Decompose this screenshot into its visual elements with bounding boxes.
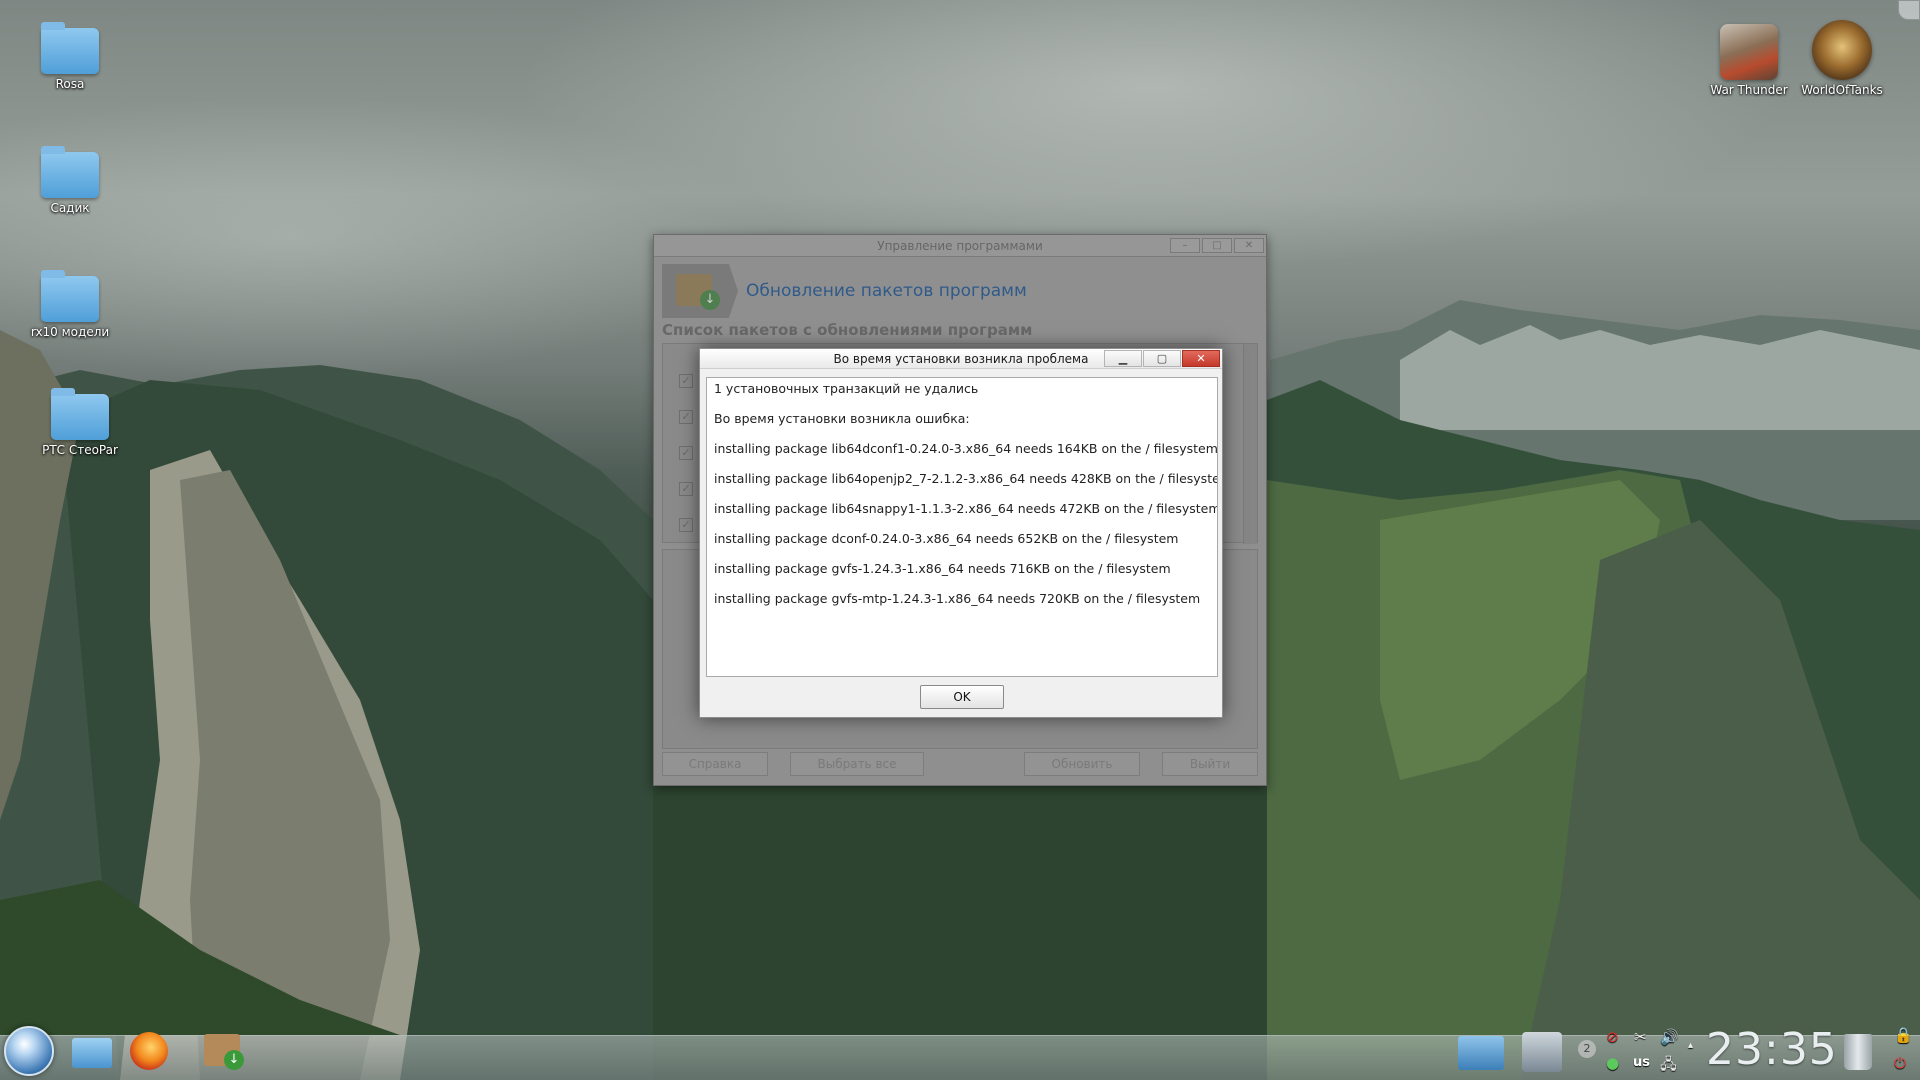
- desktop-icon-war-thunder[interactable]: War Thunder: [1699, 24, 1799, 97]
- error-message-line: installing package lib64dconf1-0.24.0-3.…: [714, 441, 1218, 456]
- desktop-icon-rtc[interactable]: РТС СтеоPar: [30, 388, 130, 457]
- desktop-icon-rx10[interactable]: rx10 модели: [20, 270, 120, 339]
- close-button[interactable]: ✕: [1182, 350, 1220, 367]
- minimize-button[interactable]: –: [1170, 238, 1200, 253]
- trash-launcher[interactable]: [1840, 1028, 1876, 1072]
- list-title: Список пакетов с обновлениями программ: [662, 321, 1033, 339]
- window-header: Обновление пакетов программ: [662, 263, 1027, 319]
- maximize-button[interactable]: ▢: [1143, 350, 1181, 367]
- file-manager-icon: [72, 1038, 112, 1068]
- folder-icon: [41, 270, 99, 322]
- taskbar: [0, 1035, 1920, 1080]
- keyboard-layout-indicator[interactable]: us: [1633, 1055, 1650, 1070]
- volume-icon[interactable]: 🔊: [1660, 1028, 1679, 1046]
- firefox-icon: [130, 1032, 168, 1070]
- folder-icon: [51, 388, 109, 440]
- package-manager-titlebar: Управление программами – □ ✕: [654, 235, 1266, 257]
- desktop-icon-label: Садик: [50, 201, 90, 215]
- gear-icon: [1522, 1032, 1562, 1072]
- maximize-button[interactable]: □: [1202, 238, 1232, 253]
- package-checkbox[interactable]: ✓: [679, 410, 693, 424]
- start-menu-button[interactable]: [4, 1026, 54, 1076]
- folder-icon: [41, 22, 99, 74]
- world-of-tanks-icon: [1812, 20, 1872, 80]
- war-thunder-icon: [1720, 24, 1778, 80]
- network-icon[interactable]: 🖧: [1660, 1054, 1677, 1079]
- trash-icon: [1844, 1034, 1872, 1070]
- notification-count-badge[interactable]: 2: [1578, 1040, 1596, 1058]
- header-title: Обновление пакетов программ: [746, 281, 1027, 301]
- error-message-box[interactable]: 1 установочных транзакций не удались Во …: [706, 377, 1218, 677]
- desktop-icon-world-of-tanks[interactable]: WorldOfTanks: [1792, 20, 1892, 97]
- close-button[interactable]: ✕: [1234, 238, 1264, 253]
- desktop-toolbox-button[interactable]: [1898, 0, 1920, 20]
- desktop-icon-label: War Thunder: [1710, 83, 1788, 97]
- network-disabled-icon[interactable]: ⊘: [1606, 1028, 1619, 1046]
- error-message-line: installing package lib64openjp2_7-2.1.2-…: [714, 471, 1218, 486]
- error-message-line: Во время установки возникла ошибка:: [714, 411, 970, 426]
- desktop-icon-label: WorldOfTanks: [1801, 83, 1883, 97]
- settings-launcher[interactable]: [1518, 1028, 1566, 1072]
- tray-expand-icon[interactable]: ▴: [1688, 1040, 1693, 1051]
- clock[interactable]: 23:35: [1706, 1024, 1838, 1075]
- package-update-icon: [662, 264, 738, 318]
- error-message-line: installing package dconf-0.24.0-3.x86_64…: [714, 531, 1179, 546]
- folder-icon: [41, 146, 99, 198]
- error-message-line: installing package gvfs-mtp-1.24.3-1.x86…: [714, 591, 1201, 606]
- desktop-icon-label: Rosa: [55, 77, 85, 91]
- clipboard-scissors-icon[interactable]: ✂: [1634, 1028, 1647, 1046]
- error-message-line: installing package lib64snappy1-1.1.3-2.…: [714, 501, 1218, 516]
- error-message-line: installing package gvfs-1.24.3-1.x86_64 …: [714, 561, 1171, 576]
- lock-icon[interactable]: 🔒: [1894, 1026, 1913, 1044]
- package-checkbox[interactable]: ✓: [679, 518, 693, 532]
- desktop-icon-sadik[interactable]: Садик: [20, 146, 120, 215]
- desktop-icon-label: РТС СтеоPar: [42, 443, 118, 457]
- ok-button[interactable]: OK: [920, 685, 1004, 709]
- minimize-button[interactable]: ▁: [1104, 350, 1142, 367]
- select-all-button[interactable]: Выбрать все: [790, 752, 924, 776]
- download-arrow-icon: ↓: [224, 1050, 244, 1070]
- desktop-show-button[interactable]: [1456, 1028, 1506, 1072]
- dialog-title: Во время установки возникла проблема: [833, 352, 1089, 366]
- package-checkbox[interactable]: ✓: [679, 482, 693, 496]
- help-button[interactable]: Справка: [662, 752, 768, 776]
- desktop-icon-label: rx10 модели: [30, 325, 110, 339]
- list-scrollbar[interactable]: [1243, 344, 1257, 544]
- package-manager-task[interactable]: ↓: [200, 1028, 246, 1072]
- package-checkbox[interactable]: ✓: [679, 374, 693, 388]
- package-checkbox[interactable]: ✓: [679, 446, 693, 460]
- update-button[interactable]: Обновить: [1024, 752, 1140, 776]
- error-message-line: 1 установочных транзакций не удались: [714, 381, 979, 396]
- file-manager-launcher[interactable]: [68, 1028, 114, 1072]
- install-error-dialog: Во время установки возникла проблема ▁ ▢…: [699, 348, 1223, 718]
- firefox-launcher[interactable]: [126, 1028, 172, 1072]
- desktop-icon-rosa[interactable]: Rosa: [20, 22, 120, 91]
- dialog-titlebar: Во время установки возникла проблема ▁ ▢…: [700, 349, 1222, 369]
- power-icon[interactable]: ⏻: [1894, 1054, 1906, 1072]
- window-title: Управление программами: [877, 239, 1043, 253]
- exit-button[interactable]: Выйти: [1162, 752, 1258, 776]
- update-status-icon[interactable]: ●: [1606, 1054, 1619, 1072]
- show-desktop-icon: [1458, 1036, 1504, 1070]
